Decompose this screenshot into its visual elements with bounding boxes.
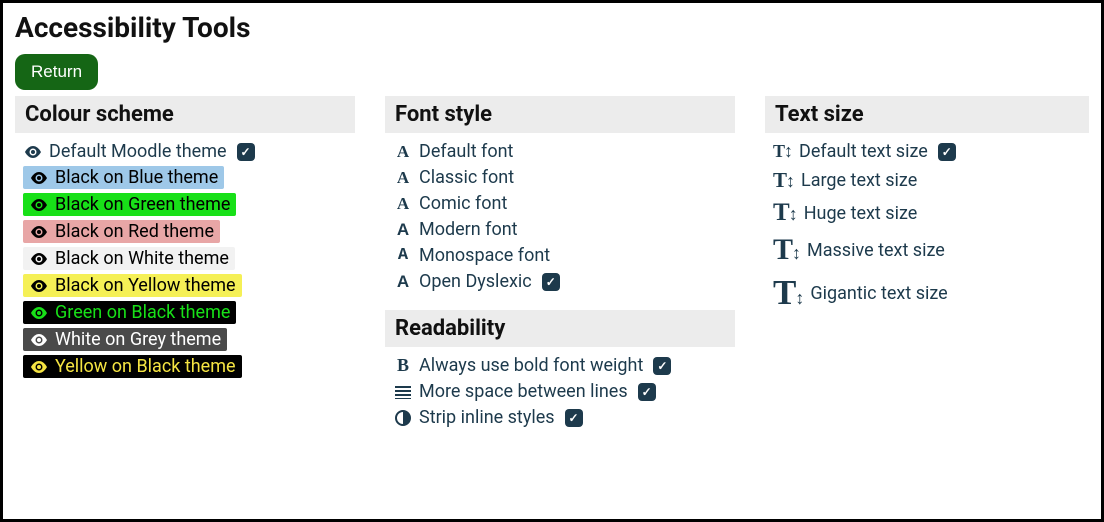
text-height-icon: T↕: [773, 199, 798, 227]
colour-option-green-on-black[interactable]: Green on Black theme: [23, 301, 355, 324]
col-font-readability: Font style A Default font A Classic font…: [385, 96, 735, 446]
checked-icon: ✓: [638, 383, 656, 401]
font-option-label: Classic font: [419, 167, 514, 188]
contrast-icon: [393, 410, 413, 426]
colour-option-label: Default Moodle theme: [49, 141, 227, 162]
font-letter-icon: A: [393, 220, 413, 240]
readability-option-strip[interactable]: Strip inline styles ✓: [393, 407, 735, 428]
section-heading-textsize: Text size: [765, 96, 1089, 133]
text-height-icon: T↕: [773, 141, 793, 162]
font-letter-icon: A: [393, 142, 413, 162]
eye-icon: [29, 199, 49, 211]
page-title: Accessibility Tools: [15, 11, 1089, 44]
font-option-label: Open Dyslexic: [419, 271, 532, 292]
eye-icon: [29, 172, 49, 184]
colour-option-label: Black on Red theme: [55, 221, 214, 242]
eye-icon: [29, 280, 49, 292]
colour-option-label: Green on Black theme: [55, 302, 230, 323]
eye-icon: [29, 253, 49, 265]
textsize-option-default[interactable]: T↕ Default text size ✓: [773, 141, 1089, 162]
section-heading-colour: Colour scheme: [15, 96, 355, 133]
colour-option-label: Black on Yellow theme: [55, 275, 236, 296]
textsize-option-label: Default text size: [799, 141, 928, 162]
font-letter-icon: A: [393, 194, 413, 214]
col-colour-scheme: Colour scheme Default Moodle theme ✓ Bla…: [15, 96, 355, 446]
bold-icon: B: [393, 355, 413, 376]
font-option-label: Comic font: [419, 193, 507, 214]
font-option-default[interactable]: A Default font: [393, 141, 735, 162]
colour-option-label: Yellow on Black theme: [55, 356, 236, 377]
col-text-size: Text size T↕ Default text size ✓ T↕ Larg…: [765, 96, 1089, 446]
readability-option-label: Always use bold font weight: [419, 355, 643, 376]
readability-list: B Always use bold font weight ✓ More spa…: [385, 355, 735, 428]
colour-option-blue[interactable]: Black on Blue theme: [23, 166, 355, 189]
textsize-option-massive[interactable]: T↕ Massive text size: [773, 233, 1089, 267]
readability-option-linespace[interactable]: More space between lines ✓: [393, 381, 735, 402]
eye-icon: [29, 334, 49, 346]
textsize-option-label: Massive text size: [807, 240, 945, 261]
font-option-classic[interactable]: A Classic font: [393, 167, 735, 188]
colour-option-white-on-grey[interactable]: White on Grey theme: [23, 328, 355, 351]
colour-scheme-list: Default Moodle theme ✓ Black on Blue the…: [15, 141, 355, 378]
textsize-option-large[interactable]: T↕ Large text size: [773, 168, 1089, 193]
text-size-list: T↕ Default text size ✓ T↕ Large text siz…: [765, 141, 1089, 313]
text-height-icon: T↕: [773, 273, 804, 313]
eye-icon: [29, 226, 49, 238]
colour-option-red[interactable]: Black on Red theme: [23, 220, 355, 243]
font-letter-icon: A: [393, 168, 413, 188]
colour-option-label: Black on Green theme: [55, 194, 230, 215]
lines-icon: [393, 385, 413, 399]
textsize-option-huge[interactable]: T↕ Huge text size: [773, 199, 1089, 227]
font-option-label: Monospace font: [419, 245, 550, 266]
text-height-icon: T↕: [773, 168, 795, 193]
font-letter-icon: A: [393, 272, 413, 292]
colour-option-green[interactable]: Black on Green theme: [23, 193, 355, 216]
colour-option-label: Black on White theme: [55, 248, 229, 269]
colour-option-label: Black on Blue theme: [55, 167, 218, 188]
font-option-label: Modern font: [419, 219, 518, 240]
section-heading-font: Font style: [385, 96, 735, 133]
readability-option-bold[interactable]: B Always use bold font weight ✓: [393, 355, 735, 376]
colour-option-yellow-on-black[interactable]: Yellow on Black theme: [23, 355, 355, 378]
return-button[interactable]: Return: [15, 54, 98, 90]
readability-option-label: Strip inline styles: [419, 407, 555, 428]
textsize-option-gigantic[interactable]: T↕ Gigantic text size: [773, 273, 1089, 313]
readability-option-label: More space between lines: [419, 381, 628, 402]
text-height-icon: T↕: [773, 233, 801, 267]
columns: Colour scheme Default Moodle theme ✓ Bla…: [15, 96, 1089, 446]
checked-icon: ✓: [542, 273, 560, 291]
section-heading-readability: Readability: [385, 310, 735, 347]
colour-option-label: White on Grey theme: [55, 329, 221, 350]
font-letter-icon: A: [393, 246, 413, 265]
checked-icon: ✓: [653, 357, 671, 375]
colour-option-default[interactable]: Default Moodle theme ✓: [23, 141, 355, 162]
font-option-label: Default font: [419, 141, 513, 162]
font-option-dyslexic[interactable]: A Open Dyslexic ✓: [393, 271, 735, 292]
eye-icon: [29, 361, 49, 373]
textsize-option-label: Gigantic text size: [810, 283, 947, 304]
font-option-modern[interactable]: A Modern font: [393, 219, 735, 240]
textsize-option-label: Huge text size: [804, 203, 918, 224]
checked-icon: ✓: [938, 143, 956, 161]
checked-icon: ✓: [237, 143, 255, 161]
colour-option-white[interactable]: Black on White theme: [23, 247, 355, 270]
eye-icon: [29, 307, 49, 319]
textsize-option-label: Large text size: [801, 170, 917, 191]
checked-icon: ✓: [565, 409, 583, 427]
font-option-monospace[interactable]: A Monospace font: [393, 245, 735, 266]
font-option-comic[interactable]: A Comic font: [393, 193, 735, 214]
eye-icon: [23, 146, 43, 158]
font-style-list: A Default font A Classic font A Comic fo…: [385, 141, 735, 292]
colour-option-yellow[interactable]: Black on Yellow theme: [23, 274, 355, 297]
